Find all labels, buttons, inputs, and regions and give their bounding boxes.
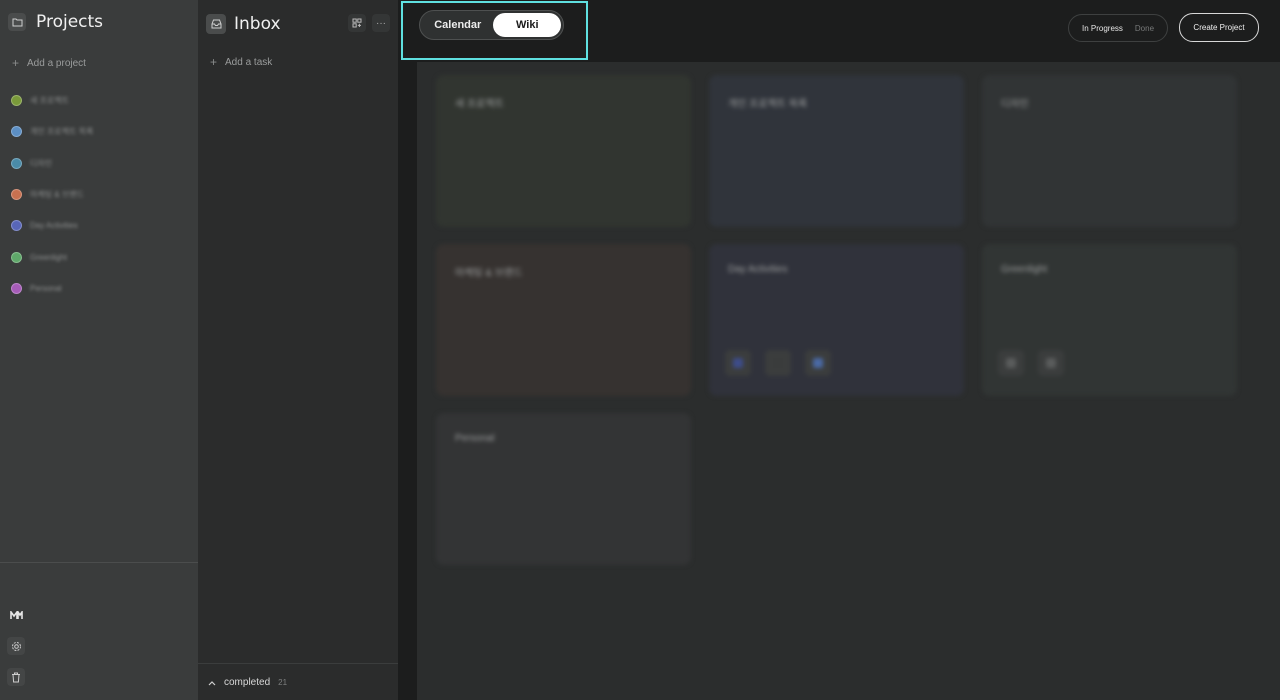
project-item[interactable]: Personal	[11, 273, 93, 304]
create-project-button[interactable]: Create Project	[1179, 13, 1259, 42]
member-chip	[805, 350, 831, 376]
completed-toggle[interactable]: completed 21	[198, 663, 398, 700]
chip-icon	[773, 358, 783, 368]
project-label: 새 프로젝트	[30, 96, 70, 106]
project-color-dot	[11, 95, 22, 107]
project-card[interactable]: Personal	[436, 413, 691, 565]
card-title: Day Activities	[728, 264, 788, 275]
plus-icon: +	[12, 56, 20, 70]
inbox-title: Inbox	[234, 14, 281, 34]
main-topbar: Calendar Wiki In Progress Done Create Pr…	[398, 0, 1280, 60]
project-color-dot	[11, 282, 22, 294]
chip-icon	[1046, 358, 1056, 368]
card-chips	[725, 350, 831, 376]
project-card[interactable]: Greenlight	[982, 244, 1237, 396]
view-toggle: Calendar Wiki	[419, 10, 564, 40]
tab-wiki[interactable]: Wiki	[493, 13, 561, 37]
chip-icon	[1006, 358, 1016, 368]
project-color-dot	[11, 157, 22, 169]
project-label: Greenlight	[30, 252, 67, 262]
member-chip	[725, 350, 751, 376]
main-area: Calendar Wiki In Progress Done Create Pr…	[398, 0, 1280, 700]
inbox-icon	[206, 14, 226, 34]
chip-icon	[813, 358, 823, 368]
project-card[interactable]: 개인 프로젝트 목록	[709, 75, 964, 227]
tab-calendar[interactable]: Calendar	[422, 13, 493, 37]
add-task-label: Add a task	[225, 56, 273, 68]
projects-header: Projects	[8, 12, 103, 32]
add-project-label: Add a project	[27, 57, 86, 69]
folder-icon	[8, 13, 26, 31]
sidebar-divider	[0, 562, 198, 563]
chevron-up-icon	[208, 673, 216, 691]
wiki-cards-area: 새 프로젝트 개인 프로젝트 목록 디자인 마케팅 & 브랜드 Day Acti…	[417, 62, 1280, 700]
project-item[interactable]: 새 프로젝트	[11, 85, 93, 116]
member-chip	[765, 350, 791, 376]
project-color-dot	[11, 251, 22, 263]
project-color-dot	[11, 126, 22, 138]
card-title: 개인 프로젝트 목록	[728, 99, 808, 110]
member-chip	[1038, 350, 1064, 376]
project-card[interactable]: 마케팅 & 브랜드	[436, 244, 691, 396]
layout-toggle-icon[interactable]	[348, 14, 366, 32]
project-item[interactable]: Greenlight	[11, 241, 93, 272]
add-project-button[interactable]: + Add a project	[12, 56, 86, 70]
filter-in-progress[interactable]: In Progress	[1082, 24, 1123, 33]
projects-title: Projects	[36, 12, 104, 32]
project-item[interactable]: 마케팅 & 브랜드	[11, 179, 93, 210]
card-title: Personal	[455, 433, 495, 444]
project-card[interactable]: 디자인	[982, 75, 1237, 227]
completed-label: completed	[224, 676, 271, 688]
add-task-button[interactable]: + Add a task	[210, 55, 272, 69]
card-chips	[998, 350, 1064, 376]
more-options-icon[interactable]: ···	[372, 14, 390, 32]
project-label: Day Activities	[30, 221, 78, 231]
completed-count: 21	[278, 677, 288, 687]
member-chip	[998, 350, 1024, 376]
project-label: 개인 프로젝트 목록	[30, 127, 94, 137]
inbox-panel: Inbox ··· + Add a task completed 21	[198, 0, 398, 700]
chip-icon	[733, 358, 743, 368]
status-filter: In Progress Done	[1068, 14, 1168, 42]
trash-icon[interactable]	[7, 668, 25, 686]
projects-sidebar: Projects + Add a project 새 프로젝트 개인 프로젝트 …	[0, 0, 198, 700]
project-card[interactable]: Day Activities	[709, 244, 964, 396]
filter-done[interactable]: Done	[1135, 24, 1154, 33]
project-list: 새 프로젝트 개인 프로젝트 목록 디자인 마케팅 & 브랜드 Day Acti…	[11, 85, 93, 304]
project-card[interactable]: 새 프로젝트	[436, 75, 691, 227]
card-title: 새 프로젝트	[455, 99, 504, 110]
project-label: 마케팅 & 브랜드	[30, 190, 84, 200]
inbox-header: Inbox	[206, 14, 281, 34]
project-color-dot	[11, 220, 22, 232]
gear-icon[interactable]	[7, 637, 25, 655]
project-item[interactable]: Day Activities	[11, 210, 93, 241]
project-label: Personal	[30, 283, 62, 293]
card-title: Greenlight	[1001, 264, 1048, 275]
project-item[interactable]: 개인 프로젝트 목록	[11, 116, 93, 147]
project-item[interactable]: 디자인	[11, 148, 93, 179]
project-color-dot	[11, 189, 22, 201]
app-logo-icon[interactable]	[7, 606, 25, 624]
card-title: 마케팅 & 브랜드	[455, 268, 523, 279]
project-label: 디자인	[30, 158, 53, 168]
card-title: 디자인	[1001, 99, 1029, 110]
plus-icon: +	[210, 55, 218, 69]
